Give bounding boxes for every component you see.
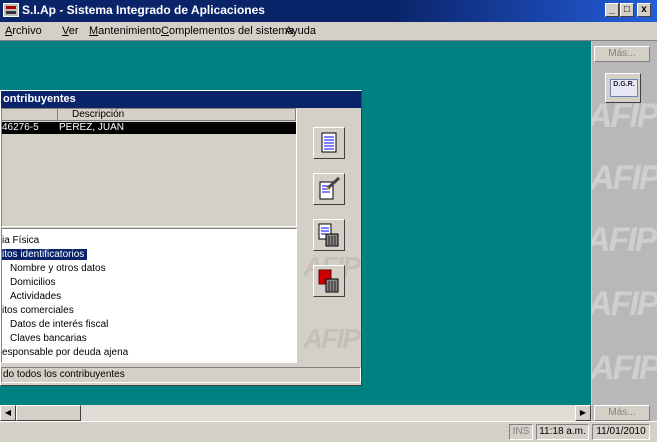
contribuyentes-grid[interactable]: Descripción 46276-5 PEREZ, JUAN (1, 108, 297, 227)
minimize-button[interactable]: _ (605, 3, 619, 17)
tree-item[interactable]: esponsable por deuda ajena (2, 347, 128, 358)
child-status-text: do todos los contribuyentes (1, 367, 361, 383)
tree-item[interactable]: Datos de interés fiscal (10, 319, 108, 330)
column-header-descripcion[interactable]: Descripción (58, 109, 296, 121)
afip-watermark-logo: AFIP (303, 323, 361, 354)
delete-document-icon (318, 223, 339, 247)
trash-icon (318, 269, 339, 293)
table-row[interactable]: 46276-5 PEREZ, JUAN (2, 122, 296, 134)
maximize-button[interactable]: □ (620, 3, 634, 17)
dgr-icon: D.G.R. (610, 79, 638, 97)
tree-item[interactable]: Nombre y otros datos (10, 263, 106, 274)
status-date: 11/01/2010 (592, 424, 650, 440)
row-description: PEREZ, JUAN (59, 122, 125, 133)
row-id: 46276-5 (2, 122, 39, 133)
column-header-id[interactable] (2, 109, 58, 121)
grid-body: Descripción 46276-5 PEREZ, JUAN (2, 109, 296, 226)
edit-document-icon (319, 176, 341, 200)
edit-document-button[interactable] (313, 173, 345, 205)
tree-item[interactable]: ia Física (2, 235, 39, 246)
discard-button[interactable] (313, 265, 345, 297)
applications-panel: AFIP AFIP AFIP AFIP AFIP Más... D.G.R. M… (592, 41, 657, 421)
child-window-title: ontribuyentes (1, 91, 361, 108)
menu-archivo[interactable]: Archivo (5, 25, 42, 37)
title-bar: S.I.Ap - Sistema Integrado de Aplicacion… (0, 0, 657, 22)
contribuyentes-window: ontribuyentes AFIP AFIP Descripción 4627… (0, 90, 362, 386)
tree-item[interactable]: itos identificatorios (2, 249, 88, 260)
tree-item[interactable]: Domicilios (10, 277, 56, 288)
view-document-button[interactable] (313, 127, 345, 159)
scroll-thumb[interactable] (16, 405, 81, 421)
menu-complementos[interactable]: Complementos del sistema (161, 25, 294, 37)
afip-watermark-logo: AFIP (592, 221, 657, 259)
delete-document-button[interactable] (313, 219, 345, 251)
tree-item[interactable]: Claves bancarias (10, 333, 87, 344)
more-apps-top-button[interactable]: Más... (594, 46, 650, 62)
dgr-app-button[interactable]: D.G.R. (605, 73, 641, 103)
data-tree[interactable]: ia Física itos identificatorios Nombre y… (1, 228, 297, 363)
menu-bar: Archivo Ver Mantenimiento Complementos d… (0, 22, 657, 41)
menu-ayuda[interactable]: Ayuda (285, 25, 316, 37)
scroll-right-button[interactable]: ▶ (575, 405, 591, 421)
menu-ver[interactable]: Ver (62, 25, 79, 37)
scroll-left-button[interactable]: ◀ (0, 405, 16, 421)
afip-watermark-logo: AFIP (592, 349, 657, 387)
close-button[interactable]: x (637, 3, 651, 17)
horizontal-scrollbar[interactable]: ◀ ▶ (0, 405, 591, 421)
afip-watermark-logo: AFIP (592, 159, 657, 197)
status-bar: INS 11:18 a.m. 11/01/2010 (0, 421, 657, 442)
menu-mantenimiento[interactable]: Mantenimiento (89, 25, 161, 37)
status-time: 11:18 a.m. (536, 424, 589, 440)
ins-indicator: INS (509, 424, 533, 440)
app-icon[interactable] (3, 3, 19, 17)
window-title: S.I.Ap - Sistema Integrado de Aplicacion… (22, 3, 265, 17)
afip-watermark-logo: AFIP (592, 285, 657, 323)
tree-item[interactable]: Actividades (10, 291, 61, 302)
more-apps-bottom-button[interactable]: Más... (594, 405, 650, 421)
tree-item[interactable]: itos comerciales (2, 305, 74, 316)
document-icon (321, 132, 337, 153)
